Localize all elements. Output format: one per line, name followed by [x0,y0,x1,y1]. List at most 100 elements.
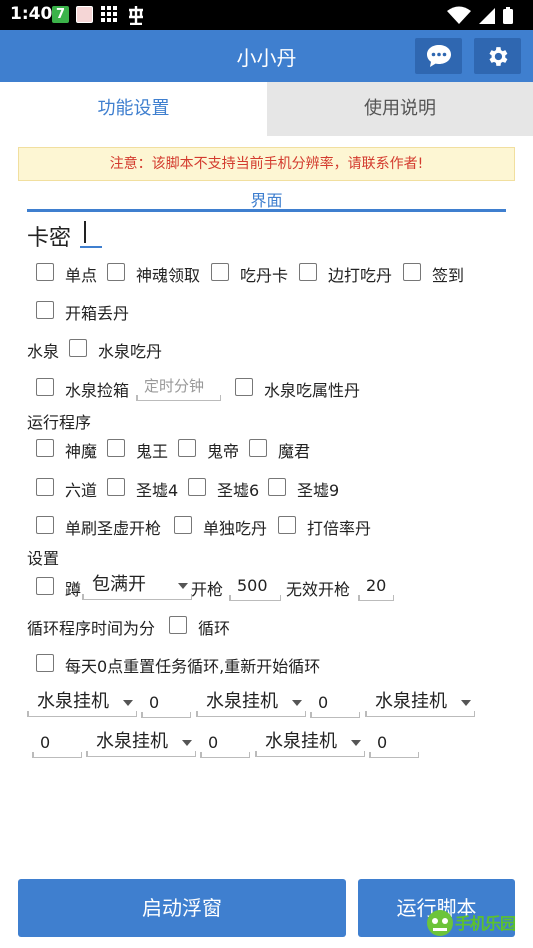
checkbox-label: 六道 [65,481,98,500]
dropdown-value: 包满开 [92,574,146,595]
start-float-window-button[interactable]: 启动浮窗 [18,879,346,937]
checkbox-label: 签到 [432,266,465,285]
water-group-label: 水泉 [27,342,60,361]
card-key-input[interactable] [80,218,102,248]
status-time: 1:40 [10,4,53,24]
schedule-dropdown[interactable]: 水泉挂机 [86,729,196,757]
checkbox-label: 圣墟6 [217,481,260,500]
checkbox-label: 开箱丢丹 [65,304,130,323]
checkbox-open-box[interactable] [36,301,54,319]
checkbox-label: 打倍率丹 [307,519,372,538]
chevron-down-icon [178,583,188,589]
schedule-minutes-input[interactable]: 0 [310,688,360,718]
signal-icon [479,8,495,24]
checkbox-label: 单点 [65,266,98,285]
timer-minutes-input[interactable]: 定时分钟 [136,371,221,401]
checkbox-run-shengxu9[interactable] [268,478,286,496]
resolution-warning: 注意：该脚本不支持当前手机分辨率，请联系作者! [18,147,515,181]
schedule-minutes-input[interactable]: 0 [32,728,82,758]
schedule-value: 0 [318,693,329,712]
checkbox-run-mojun[interactable] [249,439,267,457]
checkbox-solo-fire[interactable] [36,516,54,534]
checkbox-solo-eat[interactable] [174,516,192,534]
checkbox-label: 水泉吃丹 [98,342,163,361]
grid-app-icon [101,6,118,23]
schedule-minutes-input[interactable]: 0 [141,688,191,718]
checkbox-label: 鬼帝 [207,442,240,461]
invalid-fire-input[interactable]: 20 [358,571,394,601]
checkbox-label: 鬼王 [136,442,169,461]
schedule-dropdown[interactable]: 水泉挂机 [255,729,365,757]
section-title: 界面 [250,191,283,210]
checkbox-run-shenmo[interactable] [36,439,54,457]
tab-settings[interactable]: 功能设置 [0,82,267,136]
checkbox-sign-in[interactable] [403,263,421,281]
app-bar: 小小丹 [0,30,533,82]
chess-symbol-icon [129,6,143,25]
checkbox-run-liudao[interactable] [36,478,54,496]
schedule-value: 0 [208,733,219,752]
checkbox-water-eat-attr[interactable] [235,378,253,396]
schedule-minutes-input[interactable]: 0 [369,728,419,758]
checkbox-run-shengxu4[interactable] [107,478,125,496]
fire-label: 开枪 [191,580,224,599]
checkbox-label: 神魔 [65,442,98,461]
schedule-value: 0 [149,693,160,712]
green-7-app-icon: 7 [52,6,69,23]
schedule-dropdown[interactable]: 水泉挂机 [196,689,306,717]
checkbox-label: 水泉捡箱 [65,381,130,400]
schedule-minutes-input[interactable]: 0 [200,728,250,758]
checkbox-loop[interactable] [169,616,187,634]
settings-group-label: 设置 [27,549,60,568]
dropdown-value: 水泉挂机 [206,691,278,712]
chevron-down-icon [461,700,471,706]
chevron-down-icon [182,740,192,746]
fire-value-input[interactable]: 500 [229,571,281,601]
dropdown-value: 水泉挂机 [265,731,337,752]
checkbox-label: 循环 [198,619,231,638]
loop-time-label: 循环程序时间为分 [27,619,156,638]
chevron-down-icon [292,700,302,706]
chat-bubble-icon [427,45,451,67]
checkbox-fight-eat[interactable] [299,263,317,281]
checkbox-run-shengxu6[interactable] [188,478,206,496]
checkbox-label: 魔君 [278,442,311,461]
checkbox-label: 圣墟4 [136,481,179,500]
checkbox-squat[interactable] [36,577,54,595]
checkbox-water-eat[interactable] [69,339,87,357]
settings-button[interactable] [474,38,521,74]
watermark-text: 手机乐园 [455,914,516,933]
checkbox-single-click[interactable] [36,263,54,281]
pink-app-icon [76,6,93,23]
battery-icon [503,9,513,24]
schedule-dropdown[interactable]: 水泉挂机 [27,689,137,717]
dropdown-value: 水泉挂机 [375,691,447,712]
checkbox-multiplier-pill[interactable] [278,516,296,534]
chat-button[interactable] [415,38,462,74]
schedule-dropdown[interactable]: 水泉挂机 [365,689,475,717]
checkbox-run-guiwang[interactable] [107,439,125,457]
checkbox-label: 每天0点重置任务循环,重新开始循环 [65,657,321,676]
checkbox-water-pick[interactable] [36,378,54,396]
checkbox-pill-card[interactable] [211,263,229,281]
card-key-label: 卡密 [27,226,72,251]
tab-instructions[interactable]: 使用说明 [267,82,533,136]
run-group-label: 运行程序 [27,413,92,432]
bag-full-dropdown[interactable]: 包满开 [82,572,192,600]
section-divider [27,209,506,212]
fire-value: 500 [237,576,268,595]
squat-label: 蹲 [65,580,82,599]
schedule-value: 0 [377,733,388,752]
checkbox-label: 边打吃丹 [328,266,393,285]
gear-icon [489,47,508,66]
timer-placeholder: 定时分钟 [144,377,205,395]
checkbox-label: 单刷圣虚开枪 [65,519,162,538]
dropdown-value: 水泉挂机 [96,731,168,752]
chevron-down-icon [351,740,361,746]
wifi-icon [447,6,471,24]
checkbox-run-guidi[interactable] [178,439,196,457]
invalid-fire-label: 无效开枪 [286,580,351,599]
checkbox-soul-claim[interactable] [107,263,125,281]
chevron-down-icon [123,700,133,706]
checkbox-daily-reset[interactable] [36,654,54,672]
